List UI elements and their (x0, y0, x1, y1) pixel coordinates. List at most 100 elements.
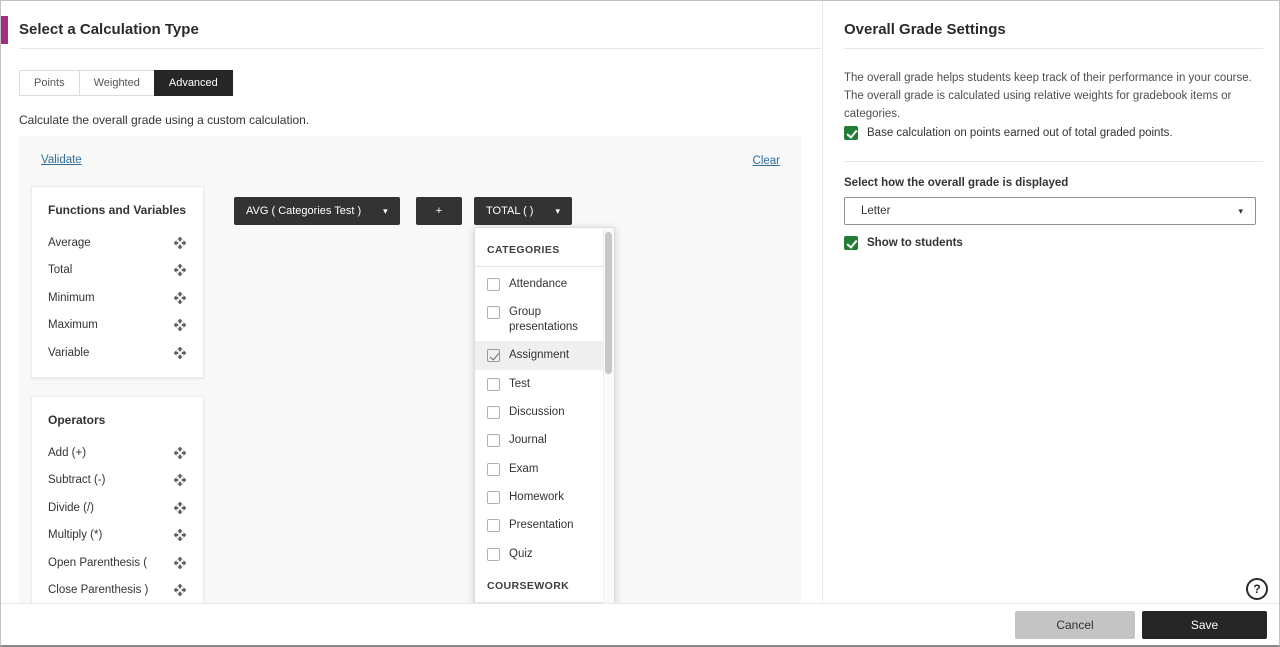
category-option-discussion[interactable]: Discussion (475, 398, 614, 426)
checkbox[interactable] (844, 236, 858, 250)
operator-item-label: Divide (/) (48, 501, 95, 514)
checkbox[interactable] (487, 306, 500, 320)
category-option-homework[interactable]: Homework (475, 483, 614, 511)
checkbox[interactable] (487, 462, 500, 476)
footer-bar: Cancel Save (1, 603, 1279, 645)
category-option-label: Quiz (509, 547, 533, 560)
cancel-button[interactable]: Cancel (1015, 610, 1135, 639)
category-option-exam[interactable]: Exam (475, 455, 614, 483)
operator-item-subtract[interactable]: Subtract (-) (48, 467, 187, 495)
checkbox[interactable] (844, 126, 858, 140)
move-icon[interactable] (173, 501, 187, 515)
divider (19, 48, 821, 49)
function-item-maximum[interactable]: Maximum (48, 312, 187, 340)
checkbox[interactable] (487, 519, 500, 533)
function-item-variable[interactable]: Variable (48, 339, 187, 367)
dropdown-section-categories: CATEGORIES (475, 236, 603, 267)
move-icon[interactable] (173, 318, 187, 332)
operator-item-close-paren[interactable]: Close Parenthesis ) (48, 577, 187, 605)
categories-dropdown: CATEGORIES Attendance Group presentation… (474, 227, 615, 606)
operator-item-label: Add (+) (48, 446, 87, 459)
function-item-label: Variable (48, 346, 90, 359)
chevron-down-icon: ▾ (383, 205, 388, 216)
move-icon[interactable] (173, 291, 187, 305)
category-option-quiz[interactable]: Quiz (475, 540, 614, 568)
chevron-down-icon: ▾ (555, 205, 560, 216)
operator-item-divide[interactable]: Divide (/) (48, 494, 187, 522)
category-option-label: Test (509, 377, 531, 390)
category-option-journal[interactable]: Journal (475, 426, 614, 454)
category-option-assignment[interactable]: Assignment (475, 341, 614, 370)
checkbox[interactable] (487, 547, 500, 561)
accent-bar (1, 16, 8, 44)
move-icon[interactable] (173, 346, 187, 360)
save-button[interactable]: Save (1142, 610, 1267, 639)
chip-label: TOTAL ( ) (486, 205, 534, 217)
calculation-settings-page: Select a Calculation Type Points Weighte… (0, 0, 1280, 647)
operator-item-label: Multiply (*) (48, 529, 103, 542)
operator-item-label: Open Parenthesis ( (48, 556, 148, 569)
move-icon[interactable] (173, 556, 187, 570)
move-icon[interactable] (173, 583, 187, 597)
category-option-label: Journal (509, 434, 547, 447)
checkbox[interactable] (487, 434, 500, 448)
category-option-label: Assignment (509, 349, 570, 362)
category-option-label: Group presentations (509, 306, 579, 333)
move-icon[interactable] (173, 528, 187, 542)
move-icon[interactable] (173, 236, 187, 250)
tab-points[interactable]: Points (19, 70, 80, 96)
select-value: Letter (861, 205, 891, 217)
category-option-group-presentations[interactable]: Group presentations (475, 298, 614, 341)
dropdown-section-coursework: COURSEWORK (475, 572, 603, 604)
divider (844, 48, 1263, 49)
move-icon[interactable] (173, 263, 187, 277)
clear-link[interactable]: Clear (753, 155, 780, 167)
operator-item-label: Subtract (-) (48, 474, 106, 487)
chevron-down-icon: ▾ (1238, 205, 1243, 216)
category-option-label: Homework (509, 491, 564, 503)
function-item-total[interactable]: Total (48, 257, 187, 285)
function-item-label: Average (48, 236, 91, 249)
tab-advanced[interactable]: Advanced (153, 70, 233, 96)
formula-chip-plus[interactable]: + (416, 197, 462, 225)
move-icon[interactable] (173, 473, 187, 487)
function-item-minimum[interactable]: Minimum (48, 284, 187, 312)
function-item-average[interactable]: Average (48, 229, 187, 257)
scrollbar-thumb[interactable] (605, 232, 612, 374)
functions-panel-title: Functions and Variables (48, 203, 187, 217)
checkbox[interactable] (487, 377, 500, 391)
function-item-label: Maximum (48, 319, 98, 332)
category-option-label: Exam (509, 462, 539, 475)
category-option-presentation[interactable]: Presentation (475, 511, 614, 539)
operator-item-add[interactable]: Add (+) (48, 439, 187, 467)
checkbox[interactable] (487, 491, 500, 504)
operators-panel-title: Operators (48, 413, 106, 427)
operators-panel: Operators Add (+) Subtract (-) Divide (/… (31, 396, 204, 606)
checkbox[interactable] (487, 405, 500, 419)
category-option-test[interactable]: Test (475, 370, 614, 398)
category-option-label: Discussion (509, 405, 565, 418)
calculation-type-tabs: Points Weighted Advanced (19, 70, 233, 96)
grade-display-label: Select how the overall grade is displaye… (844, 177, 1069, 189)
functions-panel: Functions and Variables Average Total Mi… (31, 186, 204, 378)
formula-chip-total[interactable]: TOTAL ( ) ▾ (474, 197, 572, 225)
base-points-checkbox-row[interactable]: Base calculation on points earned out of… (844, 126, 1173, 140)
checkbox[interactable] (487, 349, 500, 363)
help-button[interactable]: ? (1246, 578, 1268, 600)
formula-chip-avg[interactable]: AVG ( Categories Test ) ▾ (234, 197, 400, 225)
show-to-students-checkbox-row[interactable]: Show to students (844, 236, 963, 250)
tab-weighted[interactable]: Weighted (78, 70, 155, 96)
category-option-label: Attendance (509, 278, 568, 290)
operator-item-open-paren[interactable]: Open Parenthesis ( (48, 549, 187, 577)
operator-item-label: Close Parenthesis ) (48, 584, 149, 597)
category-option-attendance[interactable]: Attendance (475, 270, 614, 298)
page-title: Select a Calculation Type (19, 21, 199, 38)
operator-item-multiply[interactable]: Multiply (*) (48, 522, 187, 550)
checkbox[interactable] (487, 278, 500, 291)
category-option-label: Presentation (509, 519, 574, 532)
function-item-label: Total (48, 264, 73, 277)
validate-link[interactable]: Validate (41, 154, 82, 166)
move-icon[interactable] (173, 446, 187, 460)
calculation-builder-panel: Validate Clear Functions and Variables A… (19, 136, 801, 606)
grade-display-select[interactable]: Letter ▾ (844, 197, 1256, 225)
